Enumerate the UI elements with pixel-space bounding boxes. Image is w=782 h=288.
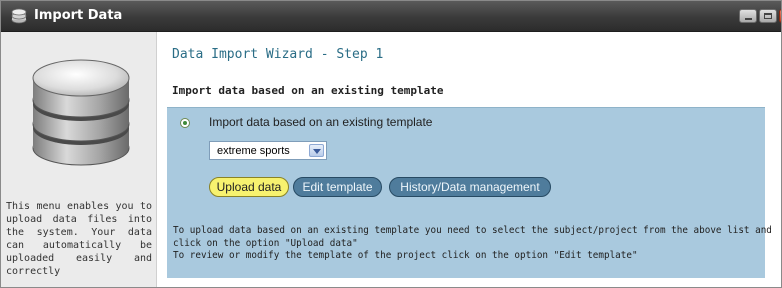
- maximize-icon[interactable]: [759, 9, 777, 23]
- help-line: click on the option "Upload data": [173, 237, 358, 249]
- template-option-radio[interactable]: [180, 118, 190, 128]
- import-options-panel: Import data based on an existing templat…: [167, 107, 772, 278]
- template-select[interactable]: extreme sports: [209, 141, 327, 160]
- template-option-label[interactable]: Import data based on an existing templat…: [209, 115, 432, 129]
- history-data-management-button[interactable]: History/Data management: [389, 177, 551, 197]
- chevron-down-icon[interactable]: [309, 144, 324, 157]
- sidebar-description: This menu enables you to upload data fil…: [6, 201, 152, 277]
- title-bar[interactable]: Import Data: [1, 1, 781, 32]
- section-title: Import data based on an existing templat…: [172, 84, 444, 97]
- help-line: To review or modify the template of the …: [173, 250, 638, 262]
- help-line: To upload data based on an existing temp…: [173, 225, 772, 236]
- edit-template-button[interactable]: Edit template: [293, 177, 382, 197]
- help-text: To upload data based on an existing temp…: [173, 225, 772, 263]
- upload-data-button[interactable]: Upload data: [209, 177, 289, 197]
- database-icon: [32, 59, 130, 166]
- minimize-icon[interactable]: [739, 9, 757, 23]
- sidebar: This menu enables you to upload data fil…: [1, 32, 157, 287]
- page-title: Data Import Wizard - Step 1: [172, 47, 384, 62]
- import-data-window: Import Data This menu enables you to upl…: [0, 0, 782, 288]
- template-select-value: extreme sports: [217, 145, 290, 157]
- window-title: Import Data: [34, 8, 123, 23]
- database-icon: [11, 8, 27, 24]
